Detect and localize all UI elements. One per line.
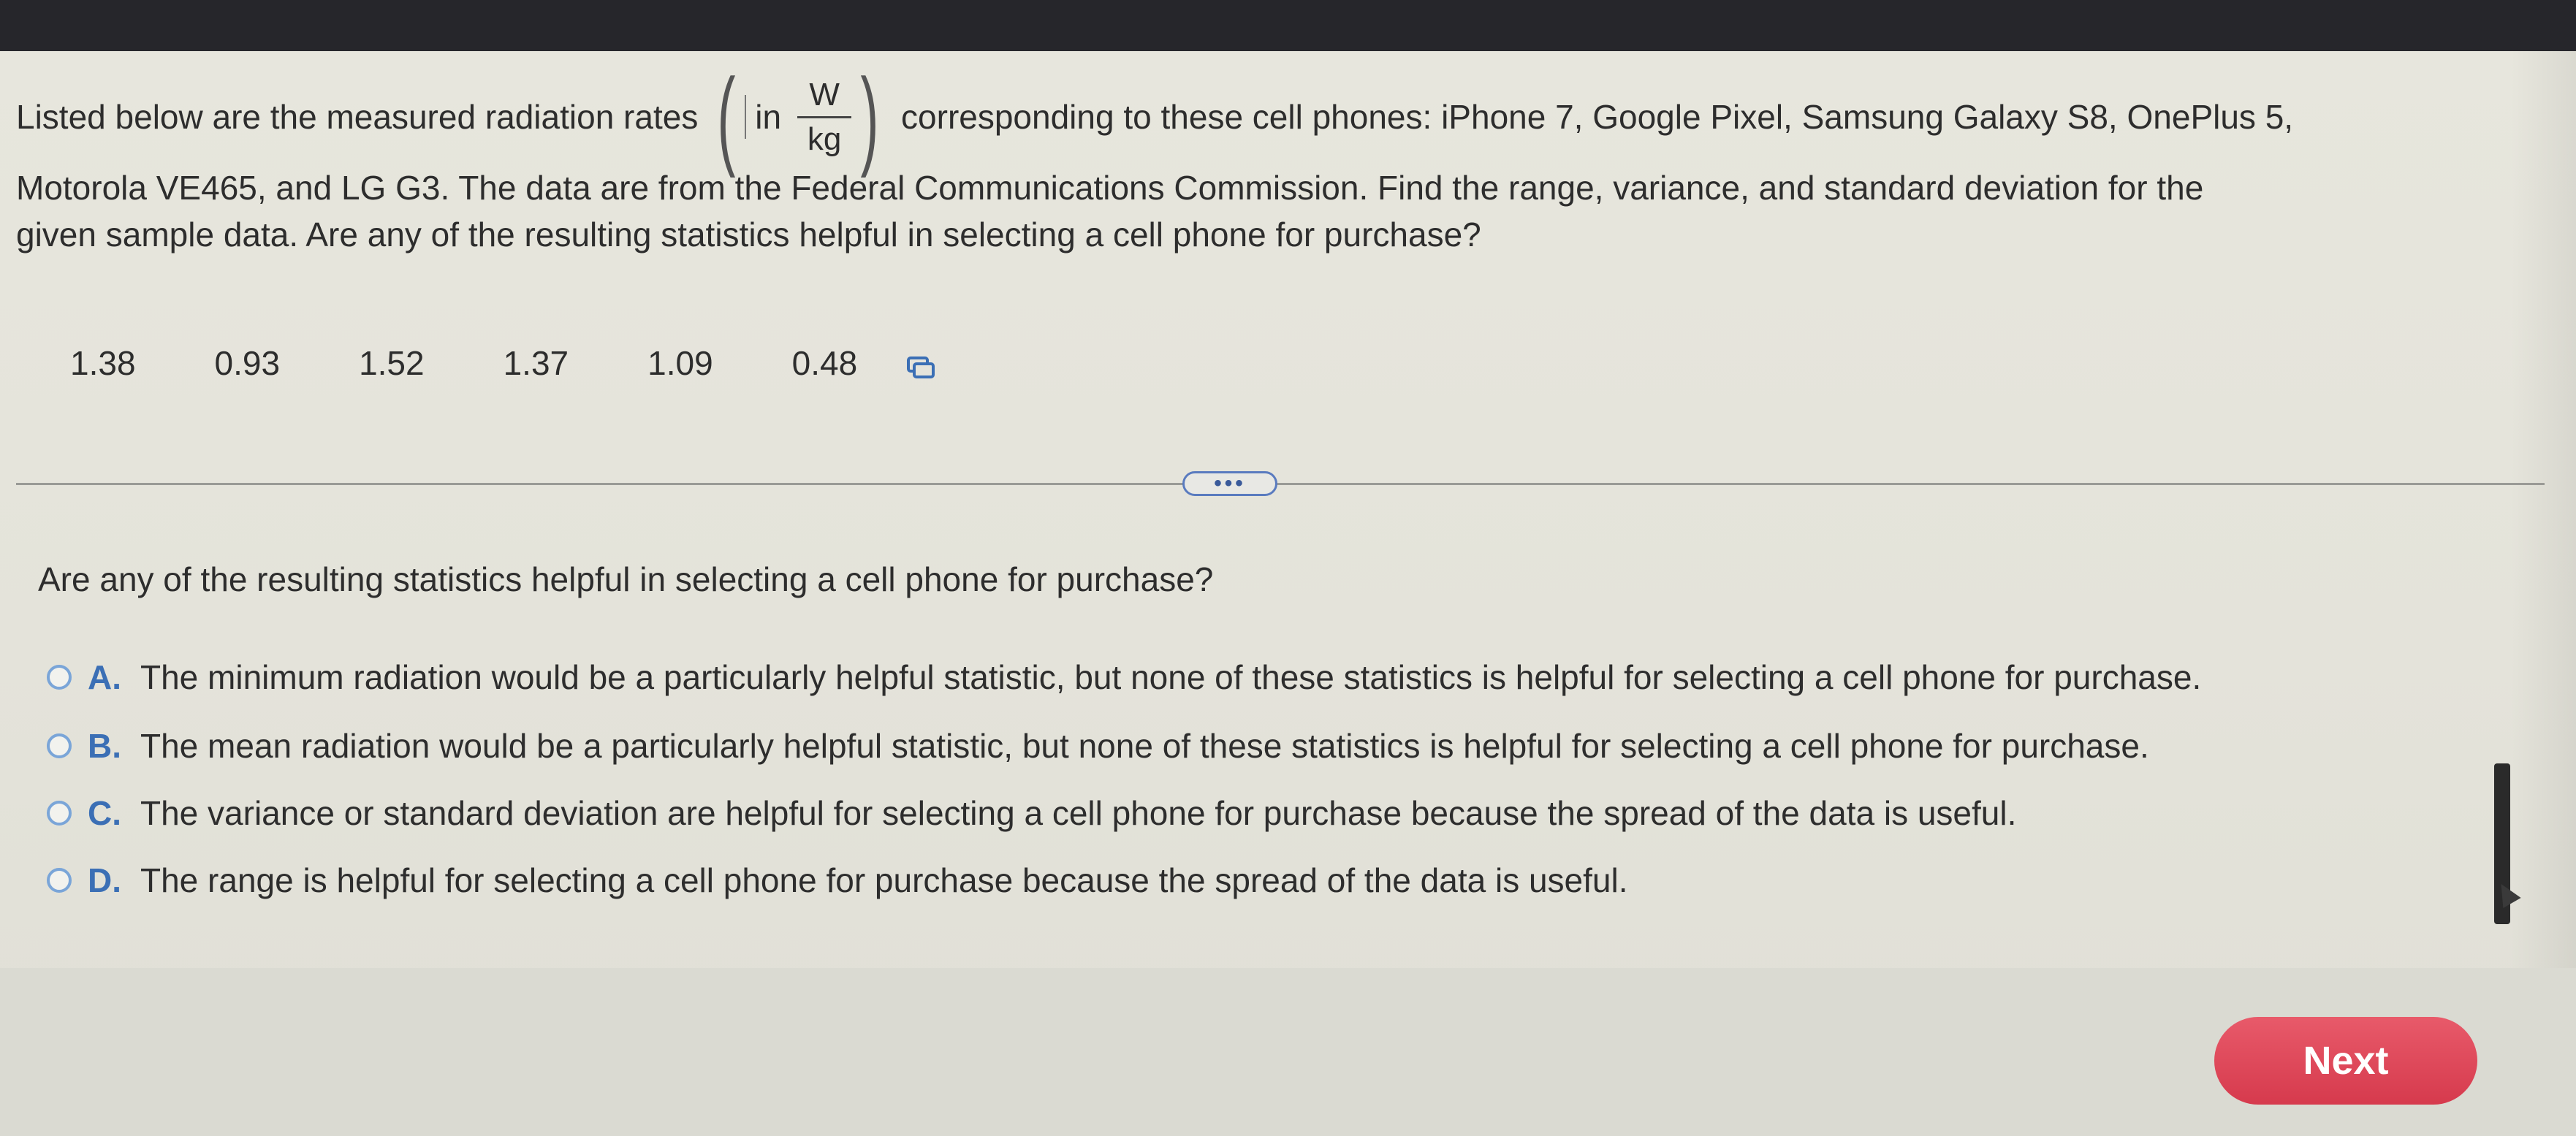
unit-numerator: W xyxy=(809,76,840,113)
unit-in-text: in xyxy=(745,95,781,139)
fraction-bar xyxy=(797,115,852,118)
option-a[interactable]: A. The minimum radiation would be a part… xyxy=(47,657,2201,697)
section-divider xyxy=(16,483,2545,485)
option-letter: D. xyxy=(88,861,121,899)
copy-icon[interactable] xyxy=(904,350,936,378)
option-text: The mean radiation would be a particular… xyxy=(140,727,2149,765)
data-value: 0.48 xyxy=(791,344,858,382)
data-value: 1.52 xyxy=(359,344,425,382)
data-value: 1.37 xyxy=(503,344,569,382)
question-line-2: Motorola VE465, and LG G3. The data are … xyxy=(16,169,2204,207)
option-d[interactable]: D. The range is helpful for selecting a … xyxy=(47,861,1628,900)
option-text: The variance or standard deviation are h… xyxy=(140,794,2017,832)
data-value: 1.38 xyxy=(70,344,136,382)
question-line-1: Listed below are the measured radiation … xyxy=(16,56,2515,178)
option-c[interactable]: C. The variance or standard deviation ar… xyxy=(47,793,2016,833)
data-value: 1.09 xyxy=(647,344,713,382)
option-b[interactable]: B. The mean radiation would be a particu… xyxy=(47,726,2149,766)
question-line-3: given sample data. Are any of the result… xyxy=(16,216,1481,253)
option-letter: A. xyxy=(88,658,121,696)
unit-denominator: kg xyxy=(807,121,842,157)
radio-unselected-icon[interactable] xyxy=(47,801,72,826)
radio-unselected-icon[interactable] xyxy=(47,733,72,758)
data-values-row: 1.38 0.93 1.52 1.37 1.09 0.48 xyxy=(70,343,936,383)
option-text: The minimum radiation would be a particu… xyxy=(140,658,2202,696)
option-letter: C. xyxy=(88,794,121,832)
option-letter: B. xyxy=(88,727,121,765)
radio-unselected-icon[interactable] xyxy=(47,868,72,893)
footer-band xyxy=(0,968,2576,1136)
question-text: Listed below are the measured radiation … xyxy=(16,56,2515,258)
question-line1-start: Listed below are the measured radiation … xyxy=(16,98,699,136)
unit-expression: ( in W kg ) xyxy=(708,56,888,178)
option-text: The range is helpful for selecting a cel… xyxy=(140,861,1628,899)
right-paren: ) xyxy=(860,56,879,178)
window-top-bar xyxy=(0,0,2576,51)
sub-question-prompt: Are any of the resulting statistics help… xyxy=(38,560,1214,598)
unit-fraction: W kg xyxy=(797,75,852,159)
more-dots-icon[interactable]: ••• xyxy=(1182,471,1277,496)
next-button[interactable]: Next xyxy=(2214,1017,2477,1105)
question-line1-end: corresponding to these cell phones: iPho… xyxy=(901,98,2294,136)
data-value: 0.93 xyxy=(214,344,281,382)
radio-unselected-icon[interactable] xyxy=(47,665,72,690)
left-paren: ( xyxy=(717,56,736,178)
